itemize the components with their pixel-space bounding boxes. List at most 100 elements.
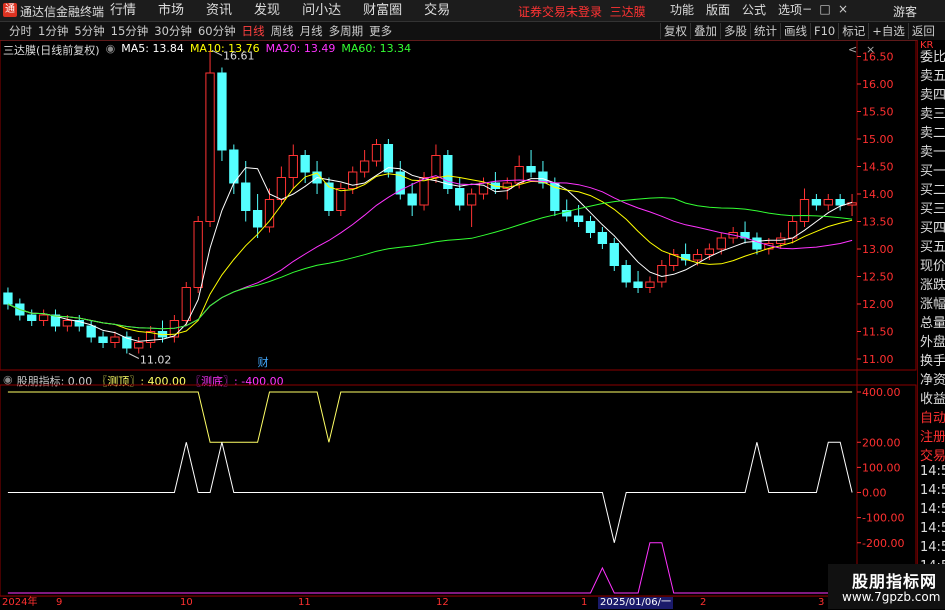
date-cursor-label: 2025/01/06/一 xyxy=(598,597,674,609)
price-tick-label: 11.50 xyxy=(862,326,894,339)
candle-body xyxy=(3,292,13,305)
candle-body xyxy=(336,188,346,211)
candle-body xyxy=(359,160,370,173)
ma60-line xyxy=(7,197,853,330)
candle-body xyxy=(752,237,762,250)
price-tick-label: 12.00 xyxy=(862,298,894,311)
menu-item-banmian[interactable]: 版面 xyxy=(700,2,736,19)
guest-label[interactable]: 游客 xyxy=(893,3,917,20)
candle-body xyxy=(181,287,191,321)
candle-body xyxy=(252,210,263,228)
menu-item-jiaoyi[interactable]: 交易 xyxy=(413,2,461,19)
kline-chart[interactable]: 11.00 11.50 12.00 12.50 13.00 13.50 14.00 14.50… xyxy=(0,40,917,596)
period-tab[interactable]: 5分钟 xyxy=(71,23,107,39)
side-panel-item: 涨幅 xyxy=(920,297,945,312)
menu-item-shichang[interactable]: 市场 xyxy=(147,2,195,19)
candle-body xyxy=(585,221,596,233)
side-panel-item[interactable]: 注册 xyxy=(920,426,945,445)
candle-body xyxy=(811,199,822,206)
candle-body xyxy=(657,265,667,283)
menu-item-faxian[interactable]: 发现 xyxy=(243,2,291,19)
chart-tool-button[interactable]: 复权 xyxy=(660,23,690,39)
period-tab[interactable]: 日线 xyxy=(239,23,268,39)
indicator-tick-label: 200.00 xyxy=(862,436,901,449)
chart-tool-button[interactable]: 画线 xyxy=(780,23,810,39)
side-panel-item: 买一 xyxy=(920,164,945,179)
candle-body xyxy=(241,182,251,211)
chart-tool-button[interactable]: +自选 xyxy=(868,23,908,39)
period-tab[interactable]: 多周期 xyxy=(326,23,367,39)
candle-body xyxy=(348,171,358,189)
price-tick-label: 12.50 xyxy=(862,271,894,284)
side-panel-item: 买四 xyxy=(920,221,945,236)
candle-body xyxy=(466,193,477,206)
price-tick-label: 16.50 xyxy=(862,51,894,64)
maximize-icon[interactable]: □ xyxy=(818,2,832,16)
indicator-tick-label: 400.00 xyxy=(862,386,901,399)
period-tab[interactable]: 30分钟 xyxy=(151,23,195,39)
chart-tool-button[interactable]: 标记 xyxy=(838,23,868,39)
menu-item-wenxiaoda[interactable]: 问小达 xyxy=(291,2,352,19)
trade-login-hint[interactable]: 证券交易未登录 三达膜 xyxy=(518,3,646,20)
finance-marker: 财 xyxy=(258,355,269,369)
candle-body xyxy=(217,72,227,151)
minimize-icon[interactable]: − xyxy=(800,2,814,16)
ma5-line xyxy=(7,167,853,342)
side-panel-item: 卖一 xyxy=(920,145,945,160)
period-tab[interactable]: 15分钟 xyxy=(108,23,152,39)
side-panel-item[interactable]: 交易 xyxy=(920,445,945,464)
menu-item-hangqing[interactable]: 行情 xyxy=(110,2,147,19)
candle-body xyxy=(609,243,619,266)
chart-tool-button[interactable]: 叠加 xyxy=(690,23,720,39)
low-pointer xyxy=(128,353,140,359)
period-tab[interactable]: 60分钟 xyxy=(195,23,239,39)
candle-body xyxy=(597,232,608,244)
candle-body xyxy=(419,177,429,206)
candle-body xyxy=(300,155,310,173)
ma10-line xyxy=(7,172,853,336)
side-panel-item: 现价 xyxy=(920,259,945,274)
high-pointer xyxy=(211,50,223,56)
side-panel-item: 买五 xyxy=(920,240,945,255)
candle-body xyxy=(98,336,108,343)
side-panel-item: 卖三 xyxy=(920,107,945,122)
price-tick-label: 14.50 xyxy=(862,161,894,174)
side-panel-item: 14:55 xyxy=(920,483,945,498)
candle-body xyxy=(27,314,37,321)
menu-item-gongshi[interactable]: 公式 xyxy=(736,2,772,19)
candle-body xyxy=(621,265,631,283)
indicator-tick-label: -100.00 xyxy=(862,512,904,525)
candle-body xyxy=(264,199,275,228)
side-panel-item: 买三 xyxy=(920,202,945,217)
candle-body xyxy=(526,166,536,173)
side-panel-item: 14:56 xyxy=(920,502,945,517)
candle-body xyxy=(704,248,715,255)
indicator-tick-label: -200.00 xyxy=(862,537,904,550)
candle-body xyxy=(205,72,215,222)
menu-item-zixun[interactable]: 资讯 xyxy=(195,2,243,19)
date-axis-label: 3 xyxy=(818,597,825,608)
candle-body xyxy=(62,320,73,327)
chart-tool-button[interactable]: 多股 xyxy=(720,23,750,39)
indicator-bottom-line xyxy=(7,542,853,594)
side-panel-item: 净资 xyxy=(920,373,945,388)
period-tab[interactable]: 1分钟 xyxy=(35,23,71,39)
chart-tool-button[interactable]: 统计 xyxy=(750,23,780,39)
candle-body xyxy=(229,149,239,184)
period-tabs: 分时 1分钟 5分钟 15分钟 30分钟 60分钟 日线 周线 月线 多周期 更多 xyxy=(6,23,395,39)
menu-item-gongneng[interactable]: 功能 xyxy=(664,2,700,19)
chart-tool-button[interactable]: F10 xyxy=(810,23,838,39)
period-tab[interactable]: 月线 xyxy=(297,23,326,39)
menu-item-caifuquan[interactable]: 财富圈 xyxy=(352,2,413,19)
price-tick-label: 16.00 xyxy=(862,78,894,91)
side-panel-item: 卖二 xyxy=(920,126,945,141)
candle-body xyxy=(645,281,655,288)
side-panel-item[interactable]: 自动 xyxy=(920,407,945,426)
period-tab[interactable]: 分时 xyxy=(6,23,35,39)
candle-body xyxy=(431,155,441,178)
period-tab[interactable]: 更多 xyxy=(366,23,395,39)
price-tick-label: 13.00 xyxy=(862,243,894,256)
close-icon[interactable]: × xyxy=(836,2,850,16)
chart-tool-button[interactable]: 返回 xyxy=(907,23,938,39)
period-tab[interactable]: 周线 xyxy=(268,23,297,39)
